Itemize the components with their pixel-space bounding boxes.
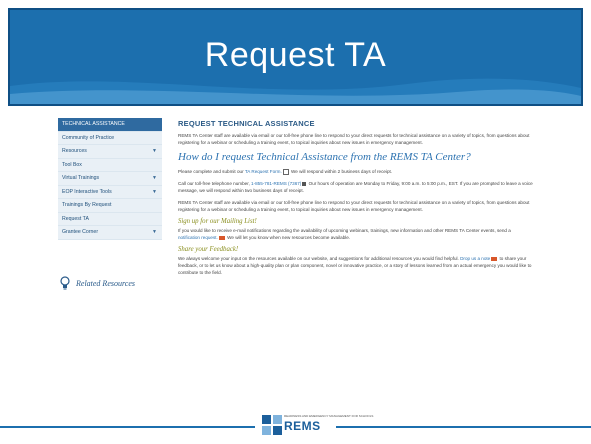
sidebar-item-label: EOP Interactive Tools (62, 188, 112, 195)
sidebar-item-grantee-corner[interactable]: Grantee Corner ▼ (58, 226, 162, 240)
feedback-text-pre: We always welcome your input on the reso… (178, 256, 461, 261)
feedback-paragraph: We always welcome your input on the reso… (178, 255, 534, 276)
call-text-pre: Call our toll-free telephone number, (178, 181, 252, 186)
chevron-down-icon: ▼ (152, 148, 157, 154)
website-screenshot: TECHNICAL ASSISTANCE Community of Practic… (58, 118, 534, 418)
slide-title: Request TA (204, 36, 387, 74)
rems-logo-text: REMS (284, 419, 321, 433)
rems-logo: READINESS AND EMERGENCY MANAGEMENT FOR S… (262, 413, 373, 439)
sidebar-item-eop-interactive-tools[interactable]: EOP Interactive Tools ▼ (58, 185, 162, 199)
sidebar-item-tool-box[interactable]: Tool Box (58, 158, 162, 172)
sidebar-item-label: Tool Box (62, 161, 82, 168)
sidebar-item-request-ta[interactable]: Request TA (58, 212, 162, 226)
related-resources[interactable]: Related Resources (60, 276, 164, 296)
form-paragraph: Please complete and submit our TA Reques… (178, 168, 534, 175)
mailing-list-heading: Sign up for our Mailing List! (178, 218, 257, 225)
footer-line-right (336, 426, 591, 428)
slide: Request TA TECHNICAL ASSISTANCE Community… (0, 0, 591, 444)
lightbulb-icon (60, 276, 70, 290)
mailing-text-post: We will let you know when new resources … (225, 235, 351, 240)
sidebar-item-label: Trainings By Request (62, 202, 112, 208)
mailing-text-pre: If you would like to receive e-mail noti… (178, 228, 511, 233)
mail-icon (218, 235, 225, 240)
sidebar-item-virtual-trainings[interactable]: Virtual Trainings ▼ (58, 172, 162, 186)
related-resources-label: Related Resources (76, 279, 136, 288)
sidebar-item-resources[interactable]: Resources ▼ (58, 145, 162, 159)
slide-header: Request TA (8, 8, 583, 106)
ta-request-form-link[interactable]: TA Request Form. (245, 169, 282, 174)
form-text-post: We will respond within 2 business days o… (289, 169, 393, 174)
sidebar-item-trainings-by-request[interactable]: Trainings By Request (58, 199, 162, 213)
phone-number-link[interactable]: 1-855-781-REMS (7367) (251, 181, 301, 186)
sidebar-nav: TECHNICAL ASSISTANCE Community of Practic… (58, 118, 162, 240)
how-to-request-heading: How do I request Technical Assistance fr… (178, 151, 471, 163)
chevron-down-icon: ▼ (152, 229, 157, 235)
rems-logo-tagline: READINESS AND EMERGENCY MANAGEMENT FOR S… (284, 414, 374, 418)
form-text-pre: Please complete and submit our (178, 169, 245, 174)
page-heading: REQUEST TECHNICAL ASSISTANCE (178, 119, 315, 128)
chevron-down-icon: ▼ (152, 188, 157, 195)
notification-request-link[interactable]: notification request. (178, 235, 218, 240)
sidebar-item-label: Virtual Trainings (62, 175, 100, 181)
chevron-down-icon: ▼ (152, 175, 157, 181)
intro-paragraph: REMS TA Center staff are available via e… (178, 133, 530, 145)
external-link-icon (282, 168, 289, 175)
mailing-list-paragraph: If you would like to receive e-mail noti… (178, 227, 534, 241)
rems-logo-mark (262, 415, 282, 435)
call-paragraph: Call our toll-free telephone number, 1-8… (178, 180, 534, 194)
sidebar-item-community-of-practice[interactable]: Community of Practice (58, 131, 162, 145)
sidebar-item-label: Grantee Corner (62, 229, 99, 235)
sidebar-item-label: Resources (62, 148, 87, 154)
phone-icon (302, 181, 307, 186)
sidebar-item-label: Community of Practice (62, 134, 115, 141)
feedback-heading: Share your Feedback! (178, 246, 239, 253)
sidebar-item-label: Request TA (62, 215, 89, 222)
intro-paragraph-repeat: REMS TA Center staff are available via e… (178, 200, 530, 212)
main-content: REQUEST TECHNICAL ASSISTANCE REMS TA Cen… (178, 118, 534, 281)
sidebar-item-label: TECHNICAL ASSISTANCE (62, 121, 125, 127)
mail-icon (491, 256, 498, 261)
footer-line-left (0, 426, 255, 428)
sidebar-item-technical-assistance[interactable]: TECHNICAL ASSISTANCE (58, 118, 162, 132)
drop-us-a-note-link[interactable]: Drop us a note (460, 256, 490, 261)
